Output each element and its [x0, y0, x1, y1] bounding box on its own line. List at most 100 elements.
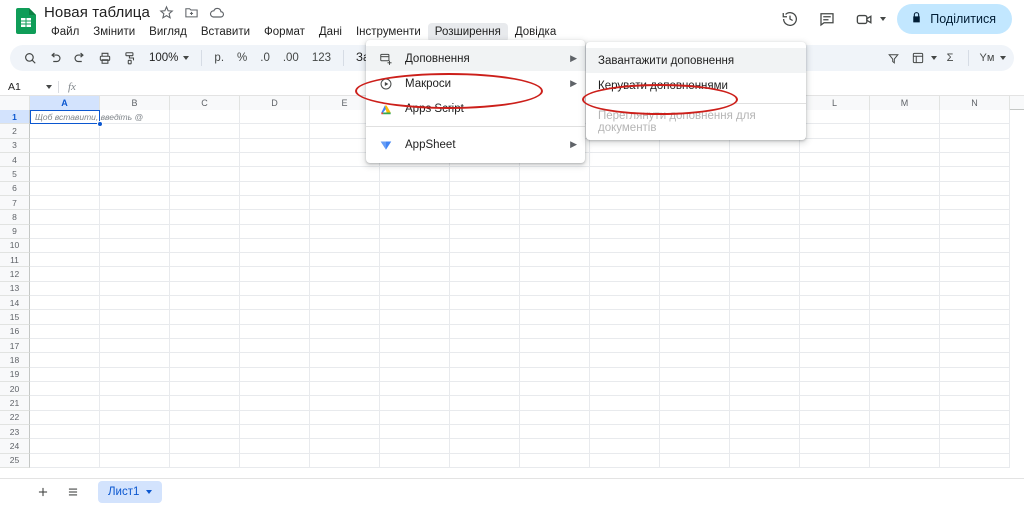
cell-B11[interactable] — [100, 253, 170, 268]
increase-decimal-button[interactable]: .00 — [277, 52, 305, 64]
cell-L2[interactable] — [800, 124, 870, 139]
cell-N6[interactable] — [940, 181, 1010, 196]
cell-G9[interactable] — [450, 224, 520, 239]
cell-C2[interactable] — [170, 124, 240, 139]
cell-L11[interactable] — [800, 253, 870, 268]
column-header-A[interactable]: A — [30, 96, 100, 110]
cell-E25[interactable] — [310, 453, 380, 468]
cell-G15[interactable] — [450, 310, 520, 325]
cell-I8[interactable] — [590, 210, 660, 225]
cell-F11[interactable] — [380, 253, 450, 268]
cell-G7[interactable] — [450, 195, 520, 211]
cell-L7[interactable] — [800, 195, 870, 211]
cell-N3[interactable] — [940, 138, 1010, 153]
cell-K7[interactable] — [730, 195, 800, 211]
cell-J5[interactable] — [660, 167, 730, 182]
cell-C20[interactable] — [170, 381, 240, 397]
cell-M18[interactable] — [870, 353, 940, 368]
search-icon[interactable] — [18, 47, 42, 69]
cell-H20[interactable] — [520, 381, 590, 397]
cell-A17[interactable] — [30, 339, 100, 354]
menu-edit[interactable]: Змінити — [86, 23, 142, 42]
cell-E12[interactable] — [310, 267, 380, 282]
cell-E17[interactable] — [310, 339, 380, 354]
cell-H15[interactable] — [520, 310, 590, 325]
cell-A6[interactable] — [30, 181, 100, 196]
chevron-down-icon[interactable] — [931, 56, 937, 60]
cell-B16[interactable] — [100, 324, 170, 339]
cell-N11[interactable] — [940, 253, 1010, 268]
cell-M10[interactable] — [870, 238, 940, 254]
cells-area[interactable] — [30, 110, 1024, 479]
cloud-saved-icon[interactable] — [209, 5, 225, 21]
cell-B20[interactable] — [100, 381, 170, 397]
cell-J8[interactable] — [660, 210, 730, 225]
cell-J4[interactable] — [660, 152, 730, 168]
cell-H12[interactable] — [520, 267, 590, 282]
cell-M6[interactable] — [870, 181, 940, 196]
cell-E7[interactable] — [310, 195, 380, 211]
cell-J11[interactable] — [660, 253, 730, 268]
cell-G21[interactable] — [450, 396, 520, 411]
cell-G12[interactable] — [450, 267, 520, 282]
cell-K18[interactable] — [730, 353, 800, 368]
video-camera-icon[interactable] — [849, 4, 879, 34]
cell-B5[interactable] — [100, 167, 170, 182]
row-header-13[interactable]: 13 — [0, 281, 30, 297]
cell-G20[interactable] — [450, 381, 520, 397]
cell-B17[interactable] — [100, 339, 170, 354]
row-header-1[interactable]: 1 — [0, 110, 30, 125]
cell-N16[interactable] — [940, 324, 1010, 339]
cell-M11[interactable] — [870, 253, 940, 268]
cell-G16[interactable] — [450, 324, 520, 339]
cell-I11[interactable] — [590, 253, 660, 268]
cell-H21[interactable] — [520, 396, 590, 411]
cell-M25[interactable] — [870, 453, 940, 468]
cell-F5[interactable] — [380, 167, 450, 182]
cell-E5[interactable] — [310, 167, 380, 182]
cell-M12[interactable] — [870, 267, 940, 282]
column-header-B[interactable]: B — [100, 96, 170, 110]
cell-I25[interactable] — [590, 453, 660, 468]
select-all-corner[interactable] — [0, 96, 30, 110]
cell-D9[interactable] — [240, 224, 310, 239]
cell-N5[interactable] — [940, 167, 1010, 182]
cell-I15[interactable] — [590, 310, 660, 325]
cell-B7[interactable] — [100, 195, 170, 211]
cell-A19[interactable] — [30, 367, 100, 382]
cell-F10[interactable] — [380, 238, 450, 254]
print-icon[interactable] — [93, 47, 117, 69]
cell-M22[interactable] — [870, 410, 940, 425]
currency-format-button[interactable]: р. — [208, 52, 230, 64]
cell-I9[interactable] — [590, 224, 660, 239]
cell-E9[interactable] — [310, 224, 380, 239]
cell-N12[interactable] — [940, 267, 1010, 282]
cell-B8[interactable] — [100, 210, 170, 225]
cell-G10[interactable] — [450, 238, 520, 254]
cell-L18[interactable] — [800, 353, 870, 368]
cell-E24[interactable] — [310, 439, 380, 454]
cell-L24[interactable] — [800, 439, 870, 454]
cell-A7[interactable] — [30, 195, 100, 211]
cell-C12[interactable] — [170, 267, 240, 282]
chevron-down-icon[interactable] — [146, 490, 153, 494]
cell-I20[interactable] — [590, 381, 660, 397]
row-header-12[interactable]: 12 — [0, 267, 30, 282]
cell-F25[interactable] — [380, 453, 450, 468]
cell-D19[interactable] — [240, 367, 310, 382]
cell-F22[interactable] — [380, 410, 450, 425]
cell-J14[interactable] — [660, 296, 730, 311]
cell-A21[interactable] — [30, 396, 100, 411]
cell-B13[interactable] — [100, 281, 170, 297]
cell-A13[interactable] — [30, 281, 100, 297]
cell-D3[interactable] — [240, 138, 310, 153]
cell-N19[interactable] — [940, 367, 1010, 382]
version-history-icon[interactable] — [775, 4, 805, 34]
cell-N20[interactable] — [940, 381, 1010, 397]
cell-M24[interactable] — [870, 439, 940, 454]
cell-A14[interactable] — [30, 296, 100, 311]
row-header-2[interactable]: 2 — [0, 124, 30, 139]
cell-J20[interactable] — [660, 381, 730, 397]
cell-M7[interactable] — [870, 195, 940, 211]
cell-D5[interactable] — [240, 167, 310, 182]
